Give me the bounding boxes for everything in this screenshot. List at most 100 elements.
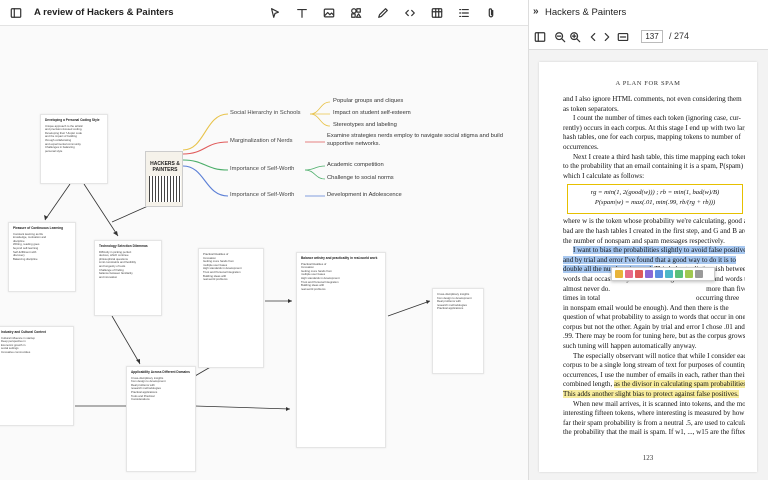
mindmap-leaf[interactable]: Challenge to social norms — [327, 175, 394, 182]
mindmap-leaf[interactable]: supportive networks. — [327, 141, 380, 148]
flow-arrow — [83, 183, 119, 237]
text-line: interesting fifteen tokens, where intere… — [563, 409, 745, 418]
flow-arrow — [194, 405, 291, 410]
chevron-down-icon[interactable] — [601, 31, 613, 43]
note-card[interactable]: Cross-disciplinary insights from design … — [432, 288, 484, 374]
text-line: the number of nonspam and spam messages … — [563, 236, 725, 245]
text-line: The especially observant will notice tha… — [573, 351, 745, 360]
text-line: .99. There may be room for tuning here, … — [563, 332, 745, 341]
branch-connector — [304, 165, 326, 171]
book-cover-title: HACKERS & PAINTERS — [150, 161, 180, 173]
color-swatch[interactable] — [635, 270, 643, 278]
formula-line: rg = min(1, 2(good(w))) ; rb = min(1, ba… — [590, 189, 720, 197]
note-card[interactable]: Practical Realities of Innovation Gettin… — [198, 248, 264, 368]
text-line: in nonspam email would be enough). And t… — [563, 303, 729, 312]
mindmap-leaf[interactable]: Examine strategies nerds employ to navig… — [327, 133, 503, 140]
arrow-head — [286, 407, 290, 411]
highlight-color-palette[interactable] — [611, 267, 715, 281]
color-swatch[interactable] — [665, 270, 673, 278]
color-swatch[interactable] — [685, 270, 693, 278]
text-line: as token separators. — [563, 104, 619, 113]
text-line: occurrences, I use the number of emails … — [563, 370, 745, 379]
mindmap-leaf[interactable]: Development in Adolescence — [327, 192, 402, 199]
running-header: A PLAN FOR SPAM — [615, 80, 681, 87]
chevron-up-icon[interactable] — [587, 31, 599, 43]
text-line: question of what probability to assign t… — [563, 313, 745, 322]
note-card[interactable]: Balance artistry and practicality in rea… — [296, 252, 386, 448]
mindmap-leaf[interactable]: Stereotypes and labeling — [333, 122, 397, 129]
text-line: the probability that the mail is spam. I… — [563, 428, 745, 437]
sidebar-icon[interactable] — [9, 6, 23, 20]
pen-icon[interactable] — [376, 6, 390, 20]
mindmap-branch[interactable]: Importance of Self-Worth — [230, 166, 294, 173]
reader-title: Hackers & Painters — [545, 7, 627, 18]
app-window: A review of Hackers & Painters HACKERS &… — [0, 0, 768, 480]
page-number-input[interactable]: 137 — [641, 30, 663, 43]
text-line-highlighted: This adds another slight bias to protect… — [563, 390, 739, 399]
text-line: such tuning will happen automatically an… — [563, 342, 697, 351]
branch-connector — [309, 113, 331, 127]
text-line: When new mail arrives, it is scanned int… — [573, 399, 745, 408]
table-icon[interactable] — [430, 6, 444, 20]
branch-connector — [182, 165, 229, 197]
arrow-head — [136, 359, 140, 364]
reader-toolbar: 137 / 274 — [529, 24, 768, 50]
pdf-reader-panel: » Hackers & Painters 137 / 274 A PLAN FO… — [528, 0, 768, 480]
branch-connector — [182, 159, 229, 171]
mindmap-leaf[interactable]: Popular groups and cliques — [333, 98, 403, 105]
mindmap-branch[interactable]: Social Hierarchy in Schools — [230, 110, 301, 117]
formula-box[interactable]: rg = min(1, 2(good(w))) ; rb = min(1, ba… — [567, 184, 743, 215]
reader-header: » Hackers & Painters — [529, 0, 768, 24]
image-icon[interactable] — [322, 6, 336, 20]
note-card[interactable]: Industry and Cultural Context Cultural i… — [0, 326, 74, 426]
page-number: 123 — [642, 454, 654, 462]
color-swatch[interactable] — [645, 270, 653, 278]
page-icon[interactable] — [617, 31, 629, 43]
list-icon[interactable] — [457, 6, 471, 20]
color-swatch[interactable] — [615, 270, 623, 278]
code-icon[interactable] — [403, 6, 417, 20]
text-icon[interactable] — [295, 6, 309, 20]
text-line: times in total occurring three — [563, 294, 740, 303]
mindmap-branch[interactable]: Importance of Self-Worth — [230, 192, 294, 199]
text-line: and I also ignore HTML comments, not eve… — [563, 95, 742, 103]
text-line: occurrences. — [563, 142, 599, 151]
mindmap-branch[interactable]: Marginalization of Nerds — [230, 138, 293, 145]
branch-connector — [304, 169, 326, 180]
formula-line: P(spam|w) = max(.01, min(.99, rb/(rg + r… — [594, 199, 716, 207]
text-line: to the probability that an email contain… — [563, 162, 744, 171]
text-line-highlighted: I want to bias the probabilities slightl… — [563, 246, 745, 256]
book-cover-art — [149, 176, 181, 202]
shapes-icon[interactable] — [349, 6, 363, 20]
attach-icon[interactable] — [484, 6, 498, 20]
note-card[interactable]: Pleasure of Continuous Learning Constant… — [8, 222, 76, 292]
flow-arrow — [111, 205, 149, 223]
text-line-highlighted: and by trial and error I've found that a… — [563, 255, 736, 264]
book-cover-image[interactable]: HACKERS & PAINTERS — [145, 151, 183, 207]
note-card[interactable]: Technology Selection Dilemmas Difficulty… — [94, 240, 162, 316]
flow-arrow — [111, 315, 141, 365]
select-arrow-icon[interactable] — [268, 6, 282, 20]
arrow-head — [426, 300, 430, 304]
note-card[interactable]: Applicability Across Different Domains C… — [126, 366, 196, 472]
zoom-out-icon[interactable] — [554, 31, 566, 43]
pdf-page[interactable]: A PLAN FOR SPAM and I also ignore HTML c… — [539, 62, 757, 472]
text-line: corpus but not the other. Again by trial… — [563, 322, 745, 331]
page-total: / 274 — [669, 31, 690, 41]
mindmap-leaf[interactable]: Academic competition — [327, 162, 384, 169]
mindmap-canvas[interactable]: HACKERS & PAINTERS Social Hierarchy in S… — [0, 26, 528, 480]
arrow-head — [288, 299, 292, 303]
color-swatch[interactable] — [695, 270, 703, 278]
color-swatch[interactable] — [625, 270, 633, 278]
zoom-in-icon[interactable] — [569, 31, 581, 43]
text-line: bad are the hash tables I created in the… — [563, 226, 745, 235]
sidebar-icon[interactable] — [534, 31, 546, 43]
note-card[interactable]: Developing a Personal Coding Style Uniqu… — [40, 114, 108, 184]
text-line: far their spam probability is from a neu… — [563, 418, 745, 427]
color-swatch[interactable] — [655, 270, 663, 278]
color-swatch[interactable] — [675, 270, 683, 278]
text-line: Next I create a third hash table, this t… — [573, 152, 745, 161]
mindmap-leaf[interactable]: Impact on student self-esteem — [333, 110, 411, 117]
branch-connector — [182, 113, 229, 151]
collapse-panel-icon[interactable]: » — [533, 6, 539, 17]
